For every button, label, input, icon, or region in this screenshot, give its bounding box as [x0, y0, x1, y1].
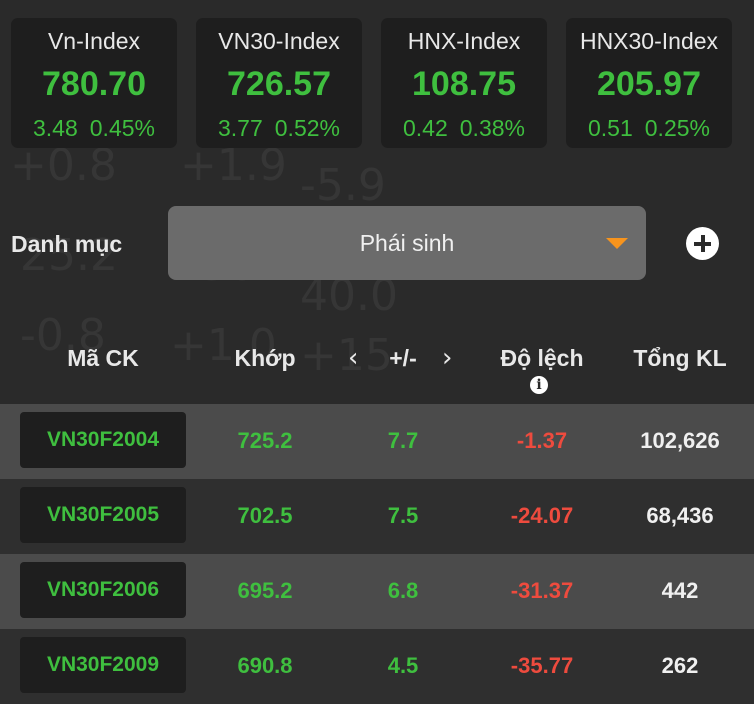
index-card-vn[interactable]: Vn-Index 780.70 3.48 0.45%: [11, 18, 177, 148]
header-change: +/-: [389, 345, 417, 371]
volume-cell: 102,626: [640, 428, 720, 453]
index-value: 108.75: [412, 65, 516, 103]
index-name: VN30-Index: [218, 28, 340, 54]
index-change-points: 3.77: [218, 115, 263, 141]
deviation-cell: -35.77: [510, 653, 574, 678]
index-card-hnx30[interactable]: HNX30-Index 205.97 0.51 0.25%: [566, 18, 732, 148]
change-cell: 7.5: [387, 503, 419, 528]
header-symbol: Mã CK: [67, 345, 139, 371]
chevron-right-icon[interactable]: ›: [442, 343, 452, 373]
category-label: Danh mục: [11, 231, 123, 257]
index-card-vn30[interactable]: VN30-Index 726.57 3.77 0.52%: [196, 18, 362, 148]
change-cell: 7.7: [387, 428, 419, 453]
chevron-down-icon: [606, 238, 628, 249]
volume-cell: 442: [661, 578, 699, 603]
deviation-cell: -31.37: [510, 578, 574, 603]
change-cell: 4.5: [387, 653, 419, 678]
index-change: 3.48 0.45%: [11, 115, 177, 142]
volume-cell: 68,436: [646, 503, 714, 528]
category-dropdown[interactable]: Phái sinh: [168, 206, 646, 280]
index-card-hnx[interactable]: HNX-Index 108.75 0.42 0.38%: [381, 18, 547, 148]
volume-cell: 262: [661, 653, 699, 678]
header-deviation: Độ lệch: [500, 345, 584, 371]
table-row[interactable]: VN30F2009 690.8 4.5 -35.77 262: [0, 629, 754, 704]
index-change-points: 3.48: [33, 115, 78, 141]
index-change: 3.77 0.52%: [196, 115, 362, 142]
index-name: HNX30-Index: [579, 28, 719, 54]
index-change-percent: 0.52%: [274, 115, 340, 141]
table-row[interactable]: VN30F2006 695.2 6.8 -31.37 442: [0, 554, 754, 629]
price-cell: 690.8: [237, 653, 293, 678]
change-cell: 6.8: [387, 578, 419, 603]
index-change-percent: 0.38%: [459, 115, 525, 141]
header-volume: Tổng KL: [633, 345, 727, 371]
price-cell: 702.5: [237, 503, 293, 528]
index-cards: Vn-Index 780.70 3.48 0.45% VN30-Index 726…: [11, 18, 743, 148]
info-icon[interactable]: i: [530, 376, 548, 394]
index-change-points: 0.42: [403, 115, 448, 141]
category-selected-value: Phái sinh: [359, 230, 455, 256]
symbol-button[interactable]: VN30F2006: [20, 562, 186, 618]
add-icon[interactable]: [686, 227, 719, 260]
index-value: 726.57: [227, 65, 331, 103]
symbol-button[interactable]: VN30F2009: [20, 637, 186, 693]
deviation-cell: -1.37: [516, 428, 568, 453]
table-row[interactable]: VN30F2004 725.2 7.7 -1.37 102,626: [0, 404, 754, 479]
index-change-points: 0.51: [588, 115, 633, 141]
index-change: 0.42 0.38%: [381, 115, 547, 142]
index-name: Vn-Index: [47, 28, 141, 54]
price-cell: 725.2: [237, 428, 293, 453]
index-value: 205.97: [597, 65, 701, 103]
deviation-cell: -24.07: [510, 503, 574, 528]
price-cell: 695.2: [237, 578, 293, 603]
index-change: 0.51 0.25%: [566, 115, 732, 142]
index-value: 780.70: [42, 65, 146, 103]
symbol-button[interactable]: VN30F2004: [20, 412, 186, 468]
table-row[interactable]: VN30F2005 702.5 7.5 -24.07 68,436: [0, 479, 754, 554]
symbol-button[interactable]: VN30F2005: [20, 487, 186, 543]
index-name: HNX-Index: [407, 28, 521, 54]
index-change-percent: 0.45%: [89, 115, 155, 141]
index-change-percent: 0.25%: [644, 115, 710, 141]
chevron-left-icon[interactable]: ‹: [348, 343, 358, 373]
header-price: Khớp: [234, 345, 296, 371]
